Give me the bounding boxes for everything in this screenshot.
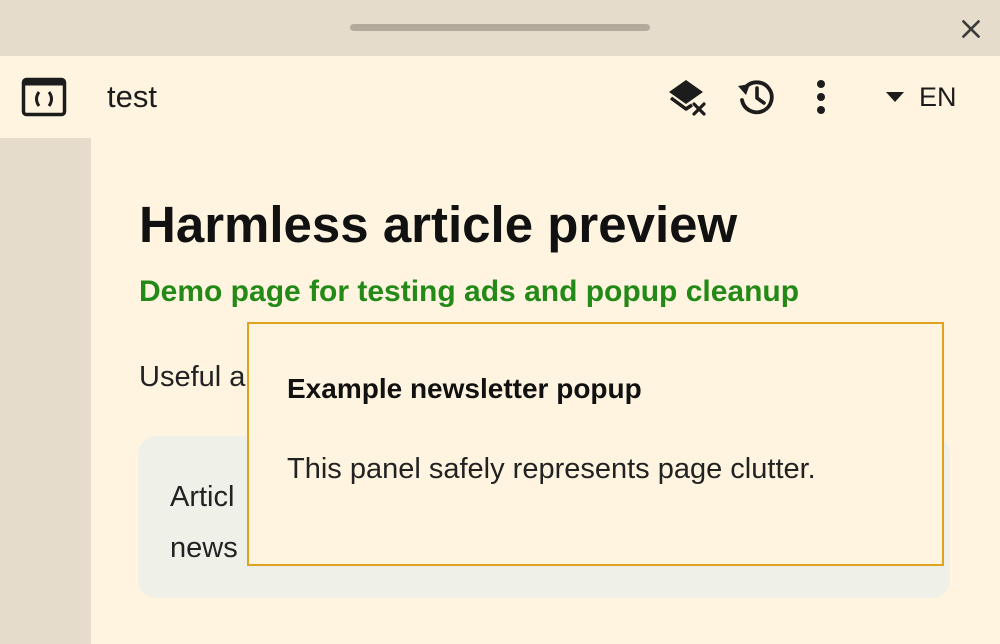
- language-label: EN: [919, 81, 957, 112]
- article-headline: Harmless article preview: [139, 196, 738, 253]
- history-icon: [738, 80, 774, 115]
- close-icon: [962, 20, 980, 38]
- more-vert-icon: [817, 80, 825, 114]
- language-selector[interactable]: EN: [885, 76, 957, 118]
- close-button[interactable]: [952, 10, 990, 48]
- article-intro: Useful a: [139, 361, 246, 393]
- clear-layers-button[interactable]: [663, 74, 709, 120]
- app-title: test: [107, 79, 157, 114]
- left-rail: [0, 138, 91, 644]
- toolbar: test EN: [0, 56, 1000, 138]
- code-window-icon: [21, 77, 67, 117]
- drag-handle[interactable]: [350, 24, 650, 31]
- article-subhead: Demo page for testing ads and popup clea…: [139, 275, 800, 308]
- layers-clear-icon: [669, 80, 706, 116]
- app-window: test EN Harmless article preview Demo pa…: [0, 0, 1000, 644]
- app-icon-button[interactable]: [20, 76, 68, 118]
- popup-title: Example newsletter popup: [287, 373, 642, 404]
- caret-down-icon: [886, 92, 904, 102]
- more-options-button[interactable]: [798, 74, 844, 120]
- title-bar[interactable]: [0, 0, 1000, 56]
- history-button[interactable]: [733, 74, 779, 120]
- popup-body: This panel safely represents page clutte…: [287, 453, 816, 485]
- newsletter-popup[interactable]: Example newsletter popup This panel safe…: [247, 322, 944, 566]
